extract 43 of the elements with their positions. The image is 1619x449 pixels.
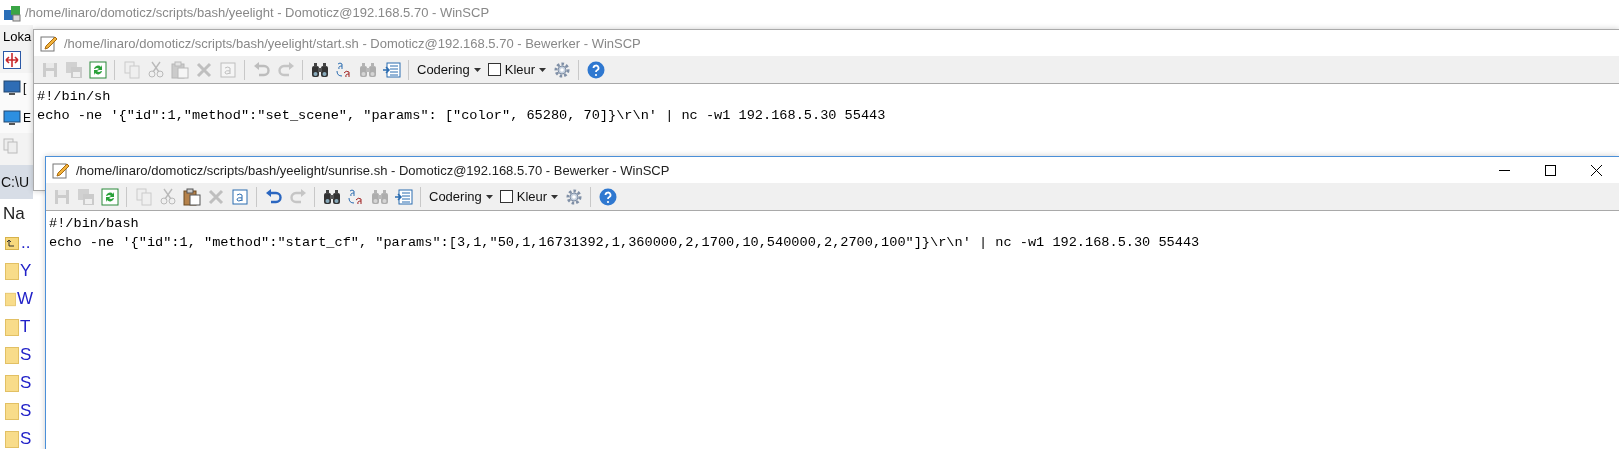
window-title: /home/linaro/domoticz/scripts/bash/yeelight - Domoticz@192.168.5.70 - WinSCP <box>25 5 490 20</box>
folder-icon <box>5 430 19 448</box>
window-title: /home/linaro/domoticz/scripts/bash/yeelight/sunrise.sh - Domoticz@192.168.5.70 - Bewerker - WinSCP <box>76 162 670 178</box>
folder-icon <box>5 402 19 420</box>
code-line: #!/bin/sh <box>37 88 111 106</box>
reload-button[interactable] <box>98 185 121 208</box>
code-line: echo -ne '{"id":1,"method":"set_scene", "params": ["color", 65280, 70]}\r\n' | nc -w1 192.168.5.30 55443 <box>37 106 886 125</box>
folder-icon <box>5 290 16 308</box>
folder-icon <box>5 346 19 364</box>
caret-icon <box>473 67 481 72</box>
folder-icon <box>5 318 19 336</box>
drive-label[interactable]: [ <box>23 81 27 95</box>
pencil-note-icon <box>52 161 70 179</box>
folder-icon <box>5 262 19 280</box>
compare-icon[interactable] <box>3 51 21 69</box>
pencil-note-icon <box>40 34 58 52</box>
text-editor[interactable]: #!/bin/sh echo -ne '{"id":1,"method":"set_scene", "params": ["color", 65280, 70]}\r\n' | nc -w1 192.168.5.30 55443 <box>34 84 1619 129</box>
folder-icon <box>5 374 19 392</box>
text-editor[interactable]: #!/bin/bash echo -ne '{"id":1, "method":"start_cf", "params":[3,1,"50,1,16731392,1,360000,2,1700,10,540000,2,2700,100"]}\r\n' | nc -w1 192.168.5.30 55443 <box>46 211 1619 256</box>
caret-icon <box>551 194 559 199</box>
path-text: C:\U <box>1 174 29 190</box>
maximize-icon <box>1544 164 1556 176</box>
caret-icon <box>539 67 547 72</box>
color-dropdown[interactable]: Kleur <box>501 62 550 77</box>
checkbox[interactable] <box>499 190 513 203</box>
clipboard-button[interactable] <box>180 185 203 208</box>
encoding-dropdown[interactable]: Codering <box>414 62 484 77</box>
caret-icon <box>485 194 493 199</box>
drive-label[interactable]: E <box>23 111 31 125</box>
monitor-icon[interactable] <box>3 110 21 126</box>
app-icon <box>3 3 21 22</box>
parent-folder-icon <box>5 235 20 251</box>
copy-icon[interactable] <box>3 138 19 154</box>
window-title: /home/linaro/domoticz/scripts/bash/yeelight/start.sh - Domoticz@192.168.5.70 - Bewerker - WinSCP <box>64 35 641 51</box>
encoding-dropdown[interactable]: Codering <box>426 189 496 204</box>
checkbox[interactable] <box>487 63 501 76</box>
close-icon <box>1590 164 1602 176</box>
monitor-icon[interactable] <box>3 80 21 96</box>
reload-button[interactable] <box>86 58 109 81</box>
code-line: echo -ne '{"id":1, "method":"start_cf", "params":[3,1,"50,1,16731392,1,360000,2,1700,10,540000,2,2700,100"]}\r\n' | nc -w1 192.168.5.30 55443 <box>49 233 1200 252</box>
code-line: #!/bin/bash <box>49 215 139 233</box>
menu-label[interactable]: Loka <box>3 28 32 44</box>
color-dropdown[interactable]: Kleur <box>513 189 562 204</box>
